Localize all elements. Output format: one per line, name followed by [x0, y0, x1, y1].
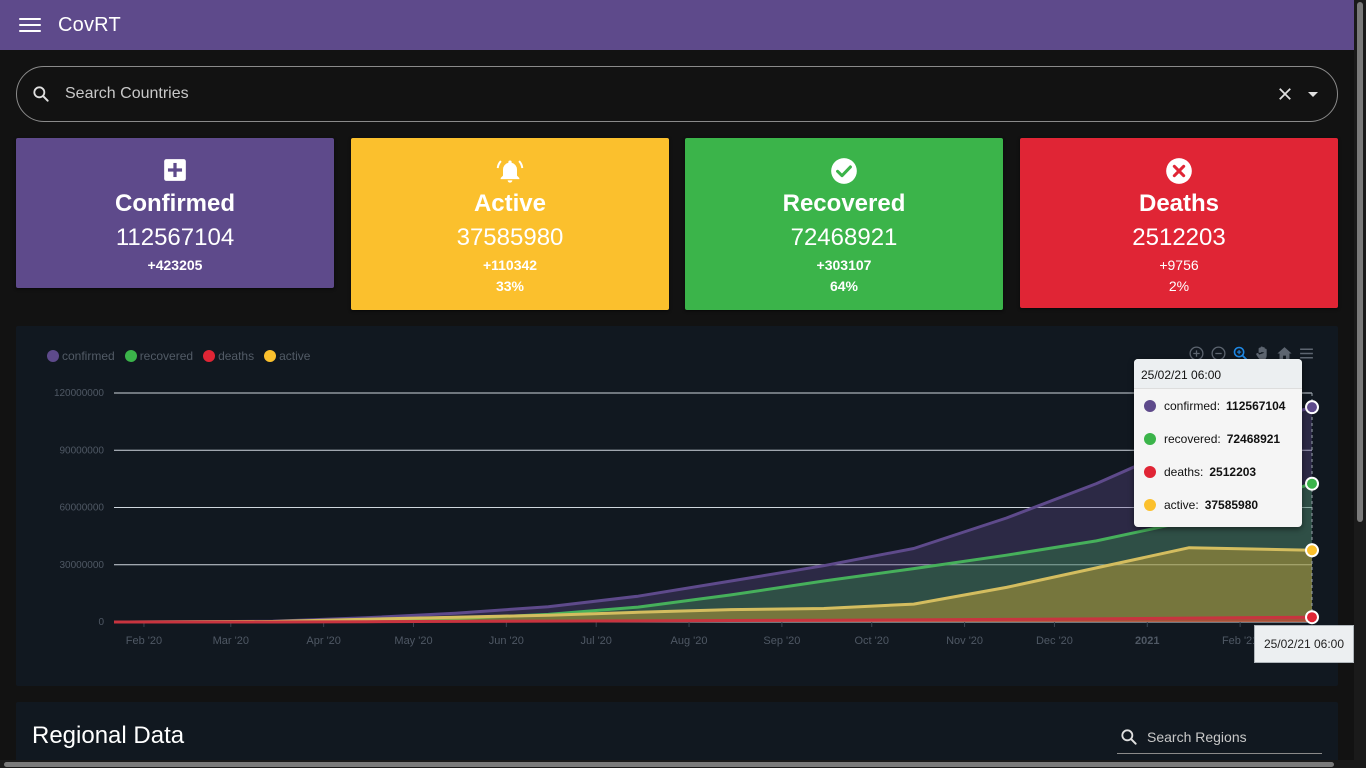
marker-deaths[interactable] [1305, 610, 1319, 625]
app-title: CovRT [58, 13, 121, 36]
clear-icon[interactable] [1276, 85, 1294, 103]
x-tick-label: Jun '20 [489, 635, 524, 647]
tooltip-title: 25/02/21 06:00 [1134, 359, 1302, 389]
regional-title: Regional Data [32, 722, 185, 749]
country-search-field[interactable]: Search Countries [16, 66, 1338, 122]
card-label: Deaths [1138, 190, 1220, 217]
marker-recovered[interactable] [1305, 476, 1319, 491]
chart-tooltip: 25/02/21 06:00 confirmed: 112567104 recov… [1134, 359, 1302, 527]
tooltip-row-active: active: 37585980 [1134, 488, 1302, 521]
tooltip-series-value: 37585980 [1204, 497, 1259, 512]
tooltip-row-recovered: recovered: 72468921 [1134, 422, 1302, 455]
chart-legend: confirmed recovered deaths active [47, 349, 310, 363]
check-circle-icon [831, 158, 857, 184]
y-tick-label: 60000000 [60, 503, 105, 514]
card-label: Confirmed [115, 190, 235, 217]
card-label: Recovered [782, 190, 906, 217]
x-tick-label: Feb '20 [126, 635, 162, 647]
x-tick-label: Feb '21 [1222, 635, 1258, 647]
vertical-scrollbar[interactable] [1354, 0, 1366, 768]
x-tick-label: Dec '20 [1036, 635, 1073, 647]
region-search-input[interactable]: Search Regions [1147, 729, 1247, 745]
active-card: Active 37585980 +110342 33% [351, 138, 669, 310]
card-value: 2512203 [1132, 224, 1226, 251]
card-value: 37585980 [456, 224, 564, 251]
deaths-card: Deaths 2512203 +9756 2% [1020, 138, 1338, 308]
card-delta: +9756 [1159, 257, 1199, 273]
x-crosshair-label: 25/02/21 06:00 [1254, 625, 1354, 663]
legend-label: deaths [218, 349, 255, 363]
card-delta: +303107 [816, 257, 872, 273]
legend-item-confirmed[interactable]: confirmed [47, 349, 115, 363]
recovered-card: Recovered 72468921 +303107 64% [685, 138, 1003, 310]
card-percent: 2% [1168, 278, 1190, 294]
legend-item-recovered[interactable]: recovered [124, 349, 194, 363]
hamburger-menu-icon[interactable] [19, 16, 41, 34]
x-tick-label: Mar '20 [213, 635, 249, 647]
horizontal-scrollbar[interactable] [0, 760, 1354, 768]
card-delta: +110342 [482, 257, 538, 273]
legend-label: active [279, 349, 311, 363]
confirmed-card: Confirmed 112567104 +423205 [16, 138, 334, 288]
legend-item-active[interactable]: active [264, 349, 310, 363]
plus-box-icon [164, 159, 186, 181]
tooltip-series-name: deaths: [1164, 464, 1204, 479]
x-tick-label: Jul '20 [580, 635, 611, 647]
tooltip-row-confirmed: confirmed: 112567104 [1134, 389, 1302, 422]
y-tick-label: 30000000 [60, 560, 105, 571]
y-tick-label: 120000000 [54, 388, 104, 399]
tooltip-series-value: 2512203 [1209, 464, 1257, 479]
bell-icon [496, 160, 524, 183]
x-tick-label: May '20 [394, 635, 432, 647]
y-tick-label: 90000000 [60, 445, 105, 456]
legend-label: recovered [139, 349, 194, 363]
marker-confirmed[interactable] [1305, 400, 1319, 415]
tooltip-series-name: active: [1164, 497, 1199, 512]
tooltip-series-value: 72468921 [1226, 431, 1281, 446]
x-tick-label: Apr '20 [306, 635, 341, 647]
search-icon [1121, 729, 1137, 745]
card-percent: 33% [495, 278, 525, 294]
tooltip-series-name: confirmed: [1164, 398, 1221, 413]
x-tick-label: Sep '20 [763, 635, 800, 647]
app-bar: CovRT [0, 0, 1354, 50]
x-tick-label: Nov '20 [946, 635, 983, 647]
x-tick-label: Oct '20 [854, 635, 889, 647]
search-icon [33, 86, 49, 102]
card-label: Active [473, 190, 547, 217]
tooltip-row-deaths: deaths: 2512203 [1134, 455, 1302, 488]
x-tick-label: 2021 [1135, 635, 1159, 647]
regional-data-panel: Regional Data Search Regions [16, 702, 1338, 768]
marker-active[interactable] [1305, 543, 1319, 558]
chevron-down-icon[interactable] [1308, 91, 1318, 97]
card-delta: +423205 [147, 257, 203, 273]
legend-label: confirmed [62, 349, 115, 363]
legend-item-deaths[interactable]: deaths [203, 349, 254, 363]
scrollbar-thumb[interactable] [4, 762, 1334, 767]
card-percent: 64% [829, 278, 859, 294]
x-tick-label: Aug '20 [671, 635, 708, 647]
tooltip-series-name: recovered: [1164, 431, 1221, 446]
card-value: 72468921 [790, 224, 898, 251]
card-value: 112567104 [115, 224, 235, 251]
close-circle-icon [1166, 158, 1192, 184]
tooltip-series-value: 112567104 [1226, 398, 1286, 413]
timeline-chart: 0 30000000 60000000 90000000 120000000 Feb '2… [16, 326, 1354, 686]
region-search-field[interactable]: Search Regions [1117, 721, 1322, 754]
search-input[interactable]: Search Countries [65, 85, 1276, 103]
scrollbar-thumb[interactable] [1357, 2, 1363, 522]
y-tick-label: 0 [98, 617, 104, 628]
